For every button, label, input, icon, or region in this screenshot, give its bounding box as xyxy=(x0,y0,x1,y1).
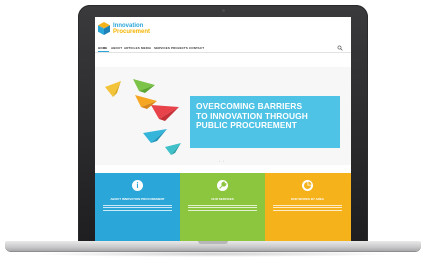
hero-title: OVERCOMING BARRIERS TO INNOVATION THROUG… xyxy=(196,101,336,131)
hexagon-cube-icon[interactable] xyxy=(98,22,110,35)
feature-text-about xyxy=(103,203,172,217)
laptop-base-notch xyxy=(198,241,228,244)
nav-active-indicator xyxy=(98,51,109,52)
paper-plane-yellow xyxy=(105,81,121,97)
nav-item-contact[interactable]: CONTACT xyxy=(189,46,204,50)
feature-text-works xyxy=(273,203,342,217)
nav-item-services[interactable]: SERVICES xyxy=(154,46,170,50)
feature-title-services: OUR SERVICES xyxy=(211,197,234,201)
feature-text-services xyxy=(188,203,257,217)
search-icon[interactable] xyxy=(337,45,343,51)
nav-item-articles[interactable]: ARTICLES xyxy=(124,46,140,50)
nav-item-projects[interactable]: PROJECTS xyxy=(171,46,188,50)
paper-plane-green xyxy=(133,79,155,93)
nav-item-home[interactable]: HOME xyxy=(98,46,107,50)
feature-title-works: OUR WORKS BY AREA xyxy=(290,197,325,201)
main-nav: HOME ABOUT ARTICLES MEDIA SERVICES PROJE… xyxy=(95,44,351,53)
feature-box-works[interactable]: OUR WORKS BY AREA xyxy=(265,173,351,241)
wrench-icon xyxy=(217,180,228,191)
feature-box-about[interactable]: i ABOUT INNOVATION PROCUREMENT xyxy=(95,173,180,241)
pie-chart-icon xyxy=(302,180,313,191)
webcam xyxy=(222,9,225,12)
laptop-shadow xyxy=(30,251,396,257)
nav-item-media[interactable]: MEDIA xyxy=(141,46,151,50)
carousel-dots[interactable]: • • xyxy=(219,159,225,163)
hero-title-line-3: PUBLIC PROCUREMENT xyxy=(196,120,297,131)
hero-banner: OVERCOMING BARRIERS TO INNOVATION THROUG… xyxy=(95,67,351,165)
paper-plane-teal xyxy=(143,129,167,143)
nav-item-about[interactable]: ABOUT xyxy=(111,46,122,50)
laptop-screen: Innovation Procurement HOME ABOUT ARTICL… xyxy=(95,17,351,241)
site-header: Innovation Procurement xyxy=(95,17,351,43)
feature-box-services[interactable]: OUR SERVICES xyxy=(180,173,265,241)
logo-line-2: Procurement xyxy=(113,29,151,35)
info-icon: i xyxy=(132,180,143,191)
feature-title-about: ABOUT INNOVATION PROCUREMENT xyxy=(110,197,165,201)
feature-boxes: i ABOUT INNOVATION PROCUREMENT OUR SERVI… xyxy=(95,173,351,241)
site-logo-text[interactable]: Innovation Procurement xyxy=(113,23,150,35)
paper-plane-small-teal xyxy=(165,143,181,155)
paper-plane-red xyxy=(151,105,179,121)
